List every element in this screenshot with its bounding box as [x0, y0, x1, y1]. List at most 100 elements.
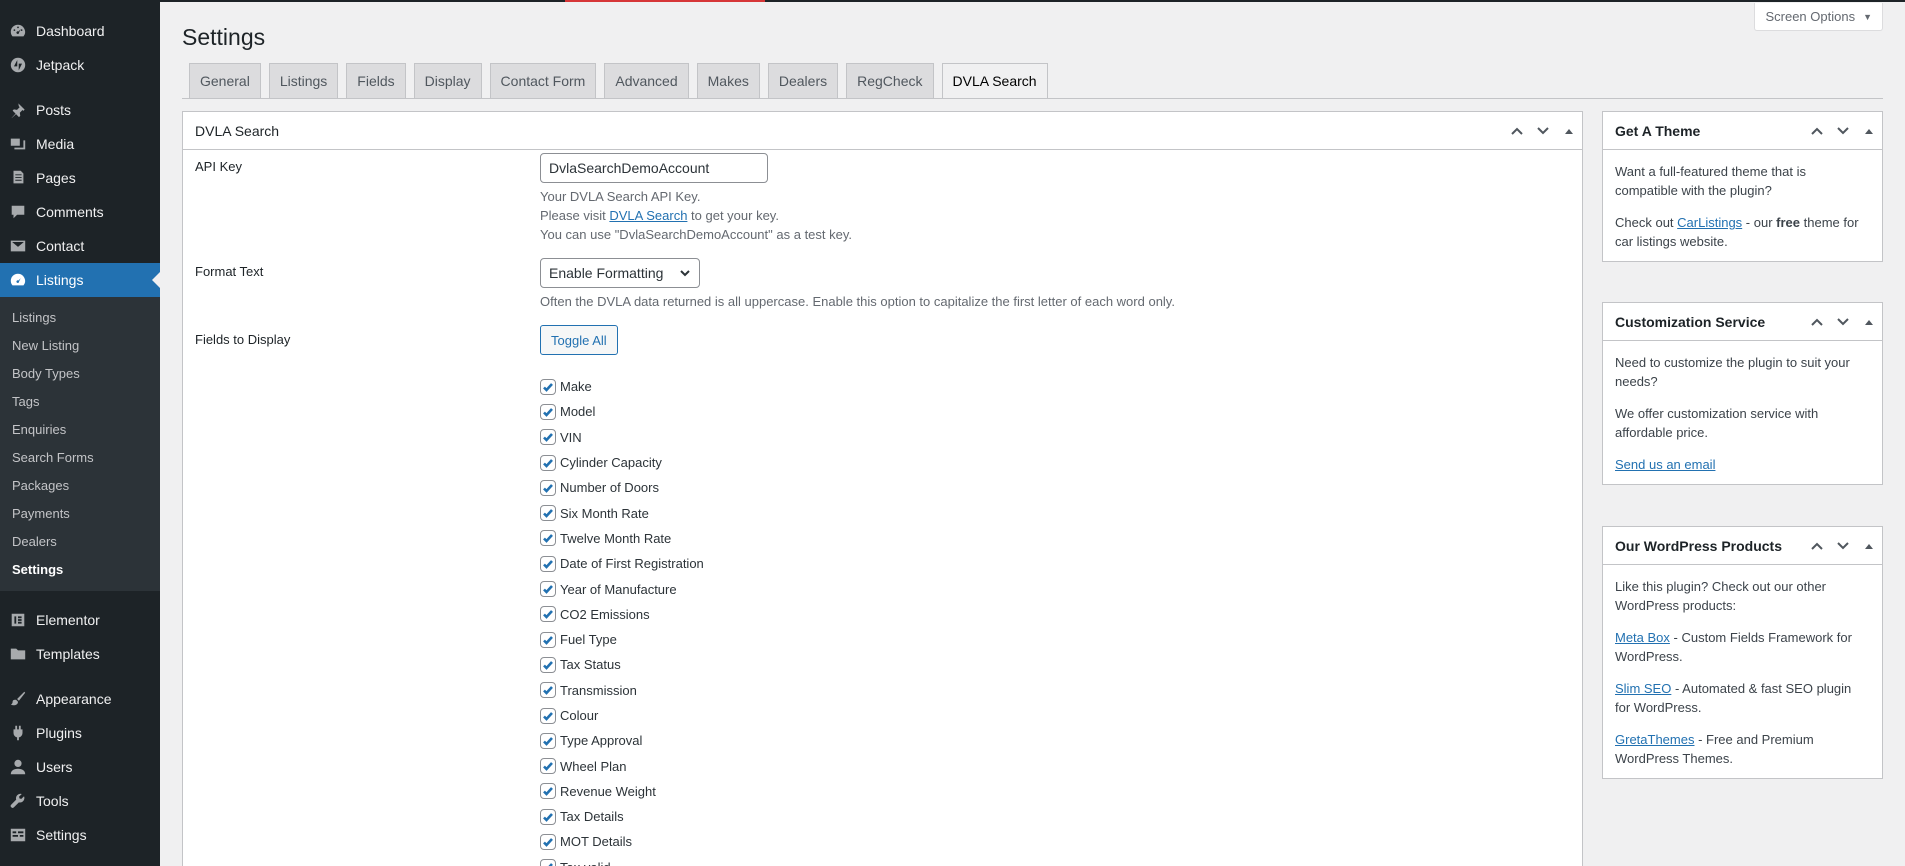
checkbox-checked-icon[interactable] — [540, 479, 556, 496]
menu-templates[interactable]: Templates — [0, 637, 160, 671]
checkbox-checked-icon[interactable] — [540, 808, 556, 825]
submenu-item-enquiries[interactable]: Enquiries — [0, 416, 160, 444]
field-checkbox-item[interactable]: Wheel Plan — [540, 753, 704, 778]
move-down-icon[interactable] — [1830, 112, 1856, 149]
checkbox-checked-icon[interactable] — [540, 555, 556, 572]
field-checkbox-item[interactable]: Number of Doors — [540, 475, 704, 500]
collapse-toggle-icon[interactable] — [1856, 303, 1882, 340]
menu-settings[interactable]: Settings — [0, 818, 160, 852]
move-down-icon[interactable] — [1830, 527, 1856, 564]
submenu-item-settings[interactable]: Settings — [0, 556, 160, 584]
field-checkbox-item[interactable]: Revenue Weight — [540, 779, 704, 804]
checkbox-checked-icon[interactable] — [540, 758, 556, 775]
slim-seo-link[interactable]: Slim SEO — [1615, 681, 1671, 696]
tab-dealers[interactable]: Dealers — [767, 63, 839, 98]
move-up-icon[interactable] — [1804, 303, 1830, 340]
checkbox-checked-icon[interactable] — [540, 429, 556, 446]
field-checkbox-item[interactable]: Date of First Registration — [540, 551, 704, 576]
checkbox-checked-icon[interactable] — [540, 859, 556, 866]
checkbox-checked-icon[interactable] — [540, 530, 556, 547]
tab-contact-form[interactable]: Contact Form — [489, 63, 597, 98]
format-text-label: Format Text — [195, 264, 264, 279]
checkbox-checked-icon[interactable] — [540, 403, 556, 420]
tab-makes[interactable]: Makes — [696, 63, 760, 98]
toggle-all-button[interactable]: Toggle All — [540, 325, 618, 355]
move-up-icon[interactable] — [1504, 112, 1530, 149]
collapse-toggle-icon[interactable] — [1856, 112, 1882, 149]
submenu-item-packages[interactable]: Packages — [0, 472, 160, 500]
move-down-icon[interactable] — [1530, 112, 1556, 149]
field-checkbox-label: Six Month Rate — [560, 505, 649, 521]
submenu-item-search-forms[interactable]: Search Forms — [0, 444, 160, 472]
checkbox-checked-icon[interactable] — [540, 833, 556, 850]
field-checkbox-item[interactable]: Colour — [540, 703, 704, 728]
move-up-icon[interactable] — [1804, 527, 1830, 564]
tab-advanced[interactable]: Advanced — [604, 63, 689, 98]
menu-contact[interactable]: Contact — [0, 229, 160, 263]
menu-jetpack[interactable]: Jetpack — [0, 48, 160, 82]
submenu-item-tags[interactable]: Tags — [0, 388, 160, 416]
gretathemes-link[interactable]: GretaThemes — [1615, 732, 1694, 747]
carlistings-link[interactable]: CarListings — [1677, 215, 1742, 230]
tab-regcheck[interactable]: RegCheck — [846, 63, 934, 98]
move-down-icon[interactable] — [1830, 303, 1856, 340]
dvla-search-link[interactable]: DVLA Search — [609, 208, 687, 223]
submenu-item-body-types[interactable]: Body Types — [0, 360, 160, 388]
field-checkbox-item[interactable]: Year of Manufacture — [540, 576, 704, 601]
checkbox-checked-icon[interactable] — [540, 631, 556, 648]
tab-general[interactable]: General — [189, 63, 261, 98]
menu-appearance[interactable]: Appearance — [0, 682, 160, 716]
move-up-icon[interactable] — [1804, 112, 1830, 149]
menu-listings[interactable]: Listings — [0, 263, 160, 297]
field-checkbox-item[interactable]: VIN — [540, 425, 704, 450]
menu-posts[interactable]: Posts — [0, 93, 160, 127]
api-key-input[interactable]: DvlaSearchDemoAccount — [540, 153, 768, 183]
field-checkbox-item[interactable]: Tax valid — [540, 855, 704, 866]
send-email-link[interactable]: Send us an email — [1615, 457, 1715, 472]
checkbox-checked-icon[interactable] — [540, 783, 556, 800]
checkbox-checked-icon[interactable] — [540, 707, 556, 724]
screen-options-button[interactable]: Screen Options ▼ — [1754, 3, 1883, 31]
menu-elementor[interactable]: Elementor — [0, 603, 160, 637]
checkbox-checked-icon[interactable] — [540, 505, 556, 522]
field-checkbox-item[interactable]: Make — [540, 374, 704, 399]
field-checkbox-label: VIN — [560, 429, 582, 445]
menu-tools[interactable]: Tools — [0, 784, 160, 818]
collapse-toggle-icon[interactable] — [1856, 527, 1882, 564]
menu-media[interactable]: Media — [0, 127, 160, 161]
checkbox-checked-icon[interactable] — [540, 454, 556, 471]
submenu-item-new-listing[interactable]: New Listing — [0, 332, 160, 360]
field-checkbox-item[interactable]: Model — [540, 399, 704, 424]
menu-comments[interactable]: Comments — [0, 195, 160, 229]
field-checkbox-item[interactable]: Cylinder Capacity — [540, 450, 704, 475]
tab-display[interactable]: Display — [413, 63, 482, 98]
checkbox-checked-icon[interactable] — [540, 656, 556, 673]
menu-pages[interactable]: Pages — [0, 161, 160, 195]
field-checkbox-item[interactable]: Transmission — [540, 678, 704, 703]
field-checkbox-item[interactable]: Type Approval — [540, 728, 704, 753]
field-checkbox-item[interactable]: Twelve Month Rate — [540, 526, 704, 551]
menu-plugins[interactable]: Plugins — [0, 716, 160, 750]
tab-fields[interactable]: Fields — [346, 63, 406, 98]
tab-listings[interactable]: Listings — [268, 63, 339, 98]
checkbox-checked-icon[interactable] — [540, 732, 556, 749]
checkbox-checked-icon[interactable] — [540, 378, 556, 395]
submenu-item-listings[interactable]: Listings — [0, 304, 160, 332]
field-checkbox-item[interactable]: Fuel Type — [540, 627, 704, 652]
field-checkbox-item[interactable]: Six Month Rate — [540, 500, 704, 525]
menu-dashboard[interactable]: Dashboard — [0, 14, 160, 48]
field-checkbox-item[interactable]: Tax Details — [540, 804, 704, 829]
tab-dvla-search[interactable]: DVLA Search — [941, 63, 1048, 99]
collapse-toggle-icon[interactable] — [1556, 112, 1582, 149]
checkbox-checked-icon[interactable] — [540, 606, 556, 623]
format-text-select[interactable]: Enable Formatting — [540, 258, 700, 288]
submenu-item-payments[interactable]: Payments — [0, 500, 160, 528]
submenu-item-dealers[interactable]: Dealers — [0, 528, 160, 556]
field-checkbox-item[interactable]: CO2 Emissions — [540, 602, 704, 627]
field-checkbox-item[interactable]: Tax Status — [540, 652, 704, 677]
checkbox-checked-icon[interactable] — [540, 581, 556, 598]
field-checkbox-item[interactable]: MOT Details — [540, 829, 704, 854]
checkbox-checked-icon[interactable] — [540, 682, 556, 699]
meta-box-link[interactable]: Meta Box — [1615, 630, 1670, 645]
menu-users[interactable]: Users — [0, 750, 160, 784]
